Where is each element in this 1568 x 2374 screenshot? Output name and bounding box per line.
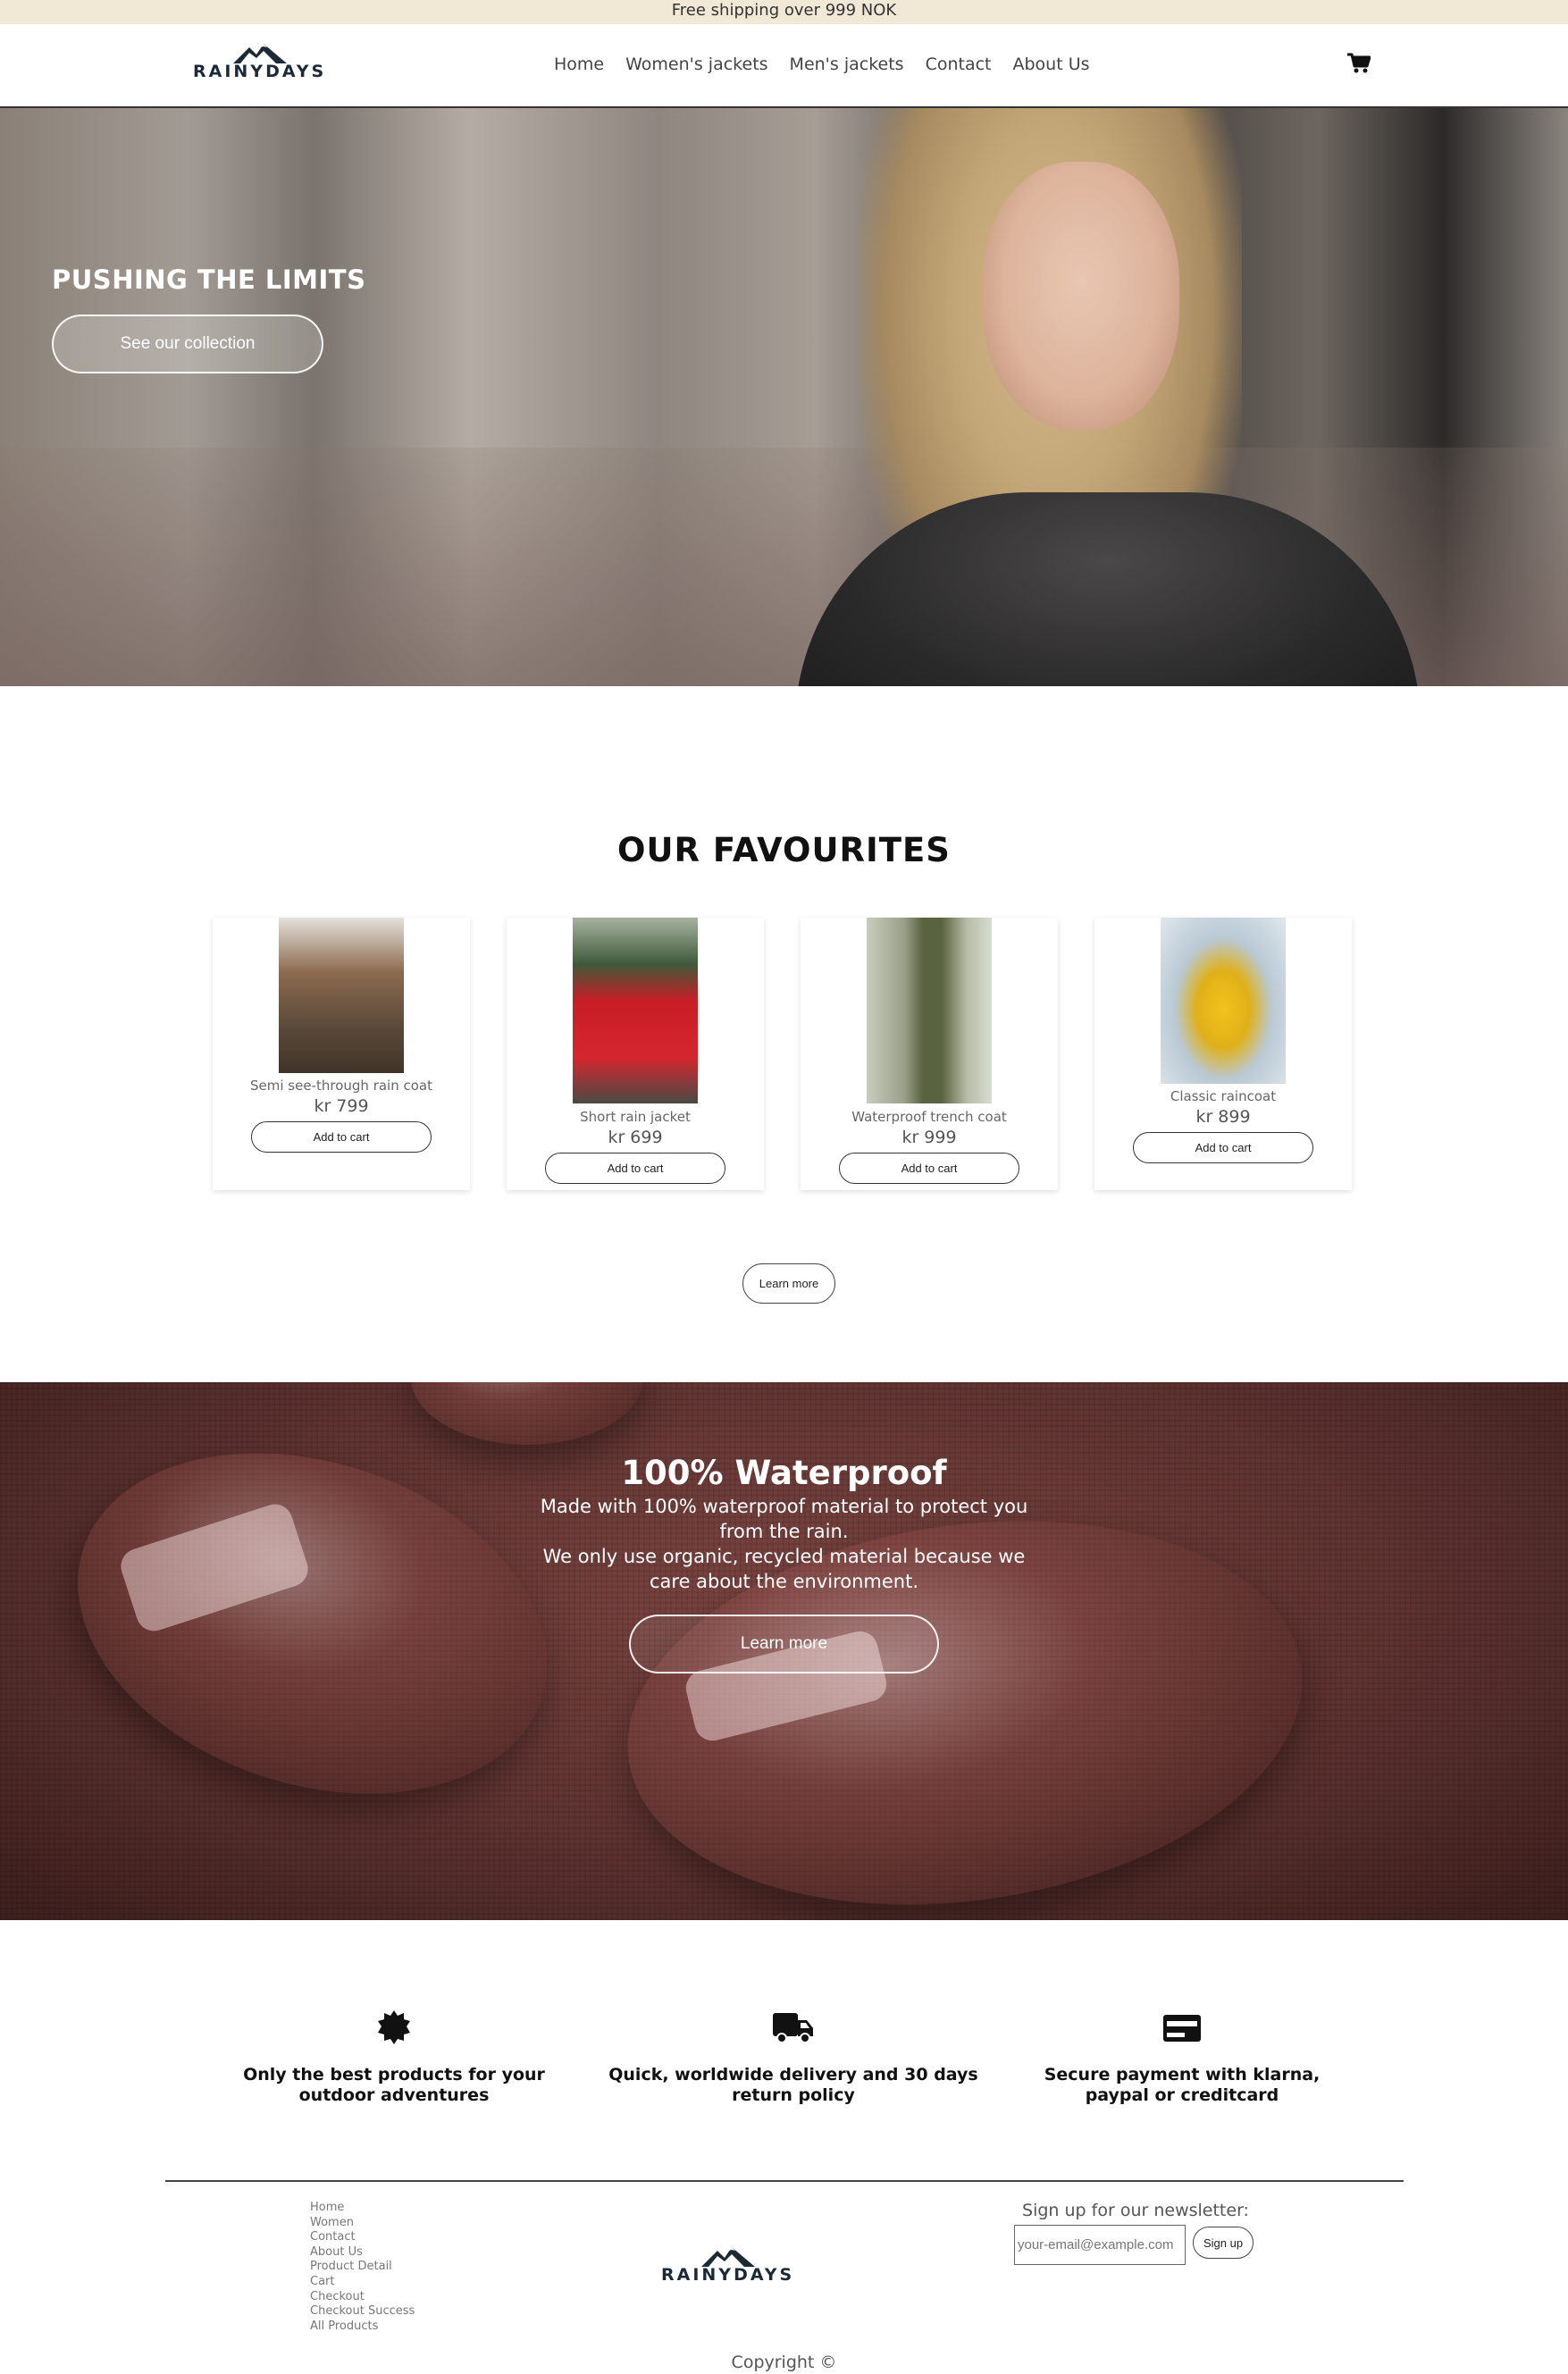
footer-link-home[interactable]: Home [310,2201,415,2216]
feature-delivery: Quick, worldwide delivery and 30 days re… [594,2009,993,2106]
water-drop-image [411,1382,643,1445]
newsletter-title: Sign up for our newsletter: [1022,2201,1249,2220]
mountain-logo-icon [700,2247,755,2267]
nav-mens-jackets[interactable]: Men's jackets [790,55,904,74]
footer-links: Home Women Contact About Us Product Deta… [310,2201,415,2334]
footer-logo[interactable]: RAINYDAYS [661,2245,794,2285]
site-header: RAINYDAYS Home Women's jackets Men's jac… [0,24,1568,108]
waterproof-section: 100% Waterproof Made with 100% waterproo… [0,1382,1568,1920]
product-name[interactable]: Semi see-through rain coat [213,1078,470,1094]
waterproof-learn-more-button[interactable]: Learn more [629,1615,939,1674]
feature-quality-text: Only the best products for your outdoor … [243,2065,545,2105]
product-name[interactable]: Short rain jacket [507,1109,764,1125]
free-shipping-banner: Free shipping over 999 NOK [0,0,1568,24]
newsletter-signup-button[interactable]: Sign up [1193,2227,1254,2259]
truck-icon [773,2013,813,2043]
footer-link-women[interactable]: Women [310,2216,415,2231]
see-collection-button[interactable]: See our collection [52,315,323,373]
favourites-title: OUR FAVOURITES [617,831,951,869]
product-image[interactable] [867,918,992,1103]
product-card: Semi see-through rain coat kr 799 Add to… [213,918,470,1190]
main-nav: Home Women's jackets Men's jackets Conta… [554,55,1111,74]
mountain-logo-icon [232,44,287,63]
footer-link-checkout-success[interactable]: Checkout Success [310,2304,415,2319]
footer-link-about-us[interactable]: About Us [310,2245,415,2261]
product-image[interactable] [1161,918,1286,1084]
footer-link-contact[interactable]: Contact [310,2230,415,2245]
product-name[interactable]: Waterproof trench coat [801,1109,1058,1125]
footer-link-product-detail[interactable]: Product Detail [310,2260,415,2275]
product-image[interactable] [279,918,404,1073]
nav-home[interactable]: Home [554,55,604,74]
feature-quality: Only the best products for your outdoor … [214,2009,574,2106]
footer-link-checkout[interactable]: Checkout [310,2290,415,2305]
footer-link-all-products[interactable]: All Products [310,2319,415,2335]
hero-image-face [983,162,1179,430]
newsletter-email-input[interactable] [1014,2225,1186,2265]
free-shipping-text: Free shipping over 999 NOK [671,1,897,20]
badge-icon [378,2010,410,2044]
feature-payment-text: Secure payment with klarna, paypal or cr… [1044,2065,1321,2105]
shopping-cart-icon[interactable] [1347,53,1371,78]
add-to-cart-button[interactable]: Add to cart [545,1153,725,1184]
product-price: kr 699 [608,1128,663,1147]
footer-divider [165,2180,1404,2182]
product-image[interactable] [573,918,698,1103]
product-card: Short rain jacket kr 699 Add to cart [507,918,764,1190]
product-card: Waterproof trench coat kr 999 Add to car… [801,918,1058,1190]
add-to-cart-button[interactable]: Add to cart [839,1153,1019,1184]
waterproof-text-1: Made with 100% waterproof material to pr… [540,1496,1028,1542]
product-name[interactable]: Classic raincoat [1094,1088,1352,1104]
logo-text: RAINYDAYS [661,2265,795,2285]
add-to-cart-button[interactable]: Add to cart [1133,1132,1313,1163]
product-card: Classic raincoat kr 899 Add to cart [1094,918,1352,1190]
credit-card-icon [1163,2015,1201,2042]
product-price: kr 899 [1195,1107,1251,1127]
footer-link-cart[interactable]: Cart [310,2275,415,2290]
waterproof-description: Made with 100% waterproof material to pr… [536,1494,1032,1594]
product-price: kr 999 [901,1128,957,1147]
copyright-text: Copyright © [731,2353,837,2372]
hero-banner: PUSHING THE LIMITS See our collection [0,108,1568,686]
nav-about-us[interactable]: About Us [1013,55,1090,74]
product-price: kr 799 [314,1096,369,1116]
favourites-learn-more-button[interactable]: Learn more [742,1263,835,1304]
header-logo[interactable]: RAINYDAYS [193,42,326,81]
hero-title: PUSHING THE LIMITS [52,264,366,295]
feature-delivery-text: Quick, worldwide delivery and 30 days re… [608,2065,978,2105]
nav-contact[interactable]: Contact [926,55,992,74]
feature-payment: Secure payment with klarna, paypal or cr… [1010,2009,1354,2106]
logo-text: RAINYDAYS [193,62,327,81]
waterproof-title: 100% Waterproof [621,1454,947,1492]
add-to-cart-button[interactable]: Add to cart [251,1121,432,1153]
waterproof-text-2: We only use organic, recycled material b… [542,1546,1026,1592]
nav-womens-jackets[interactable]: Women's jackets [625,55,767,74]
